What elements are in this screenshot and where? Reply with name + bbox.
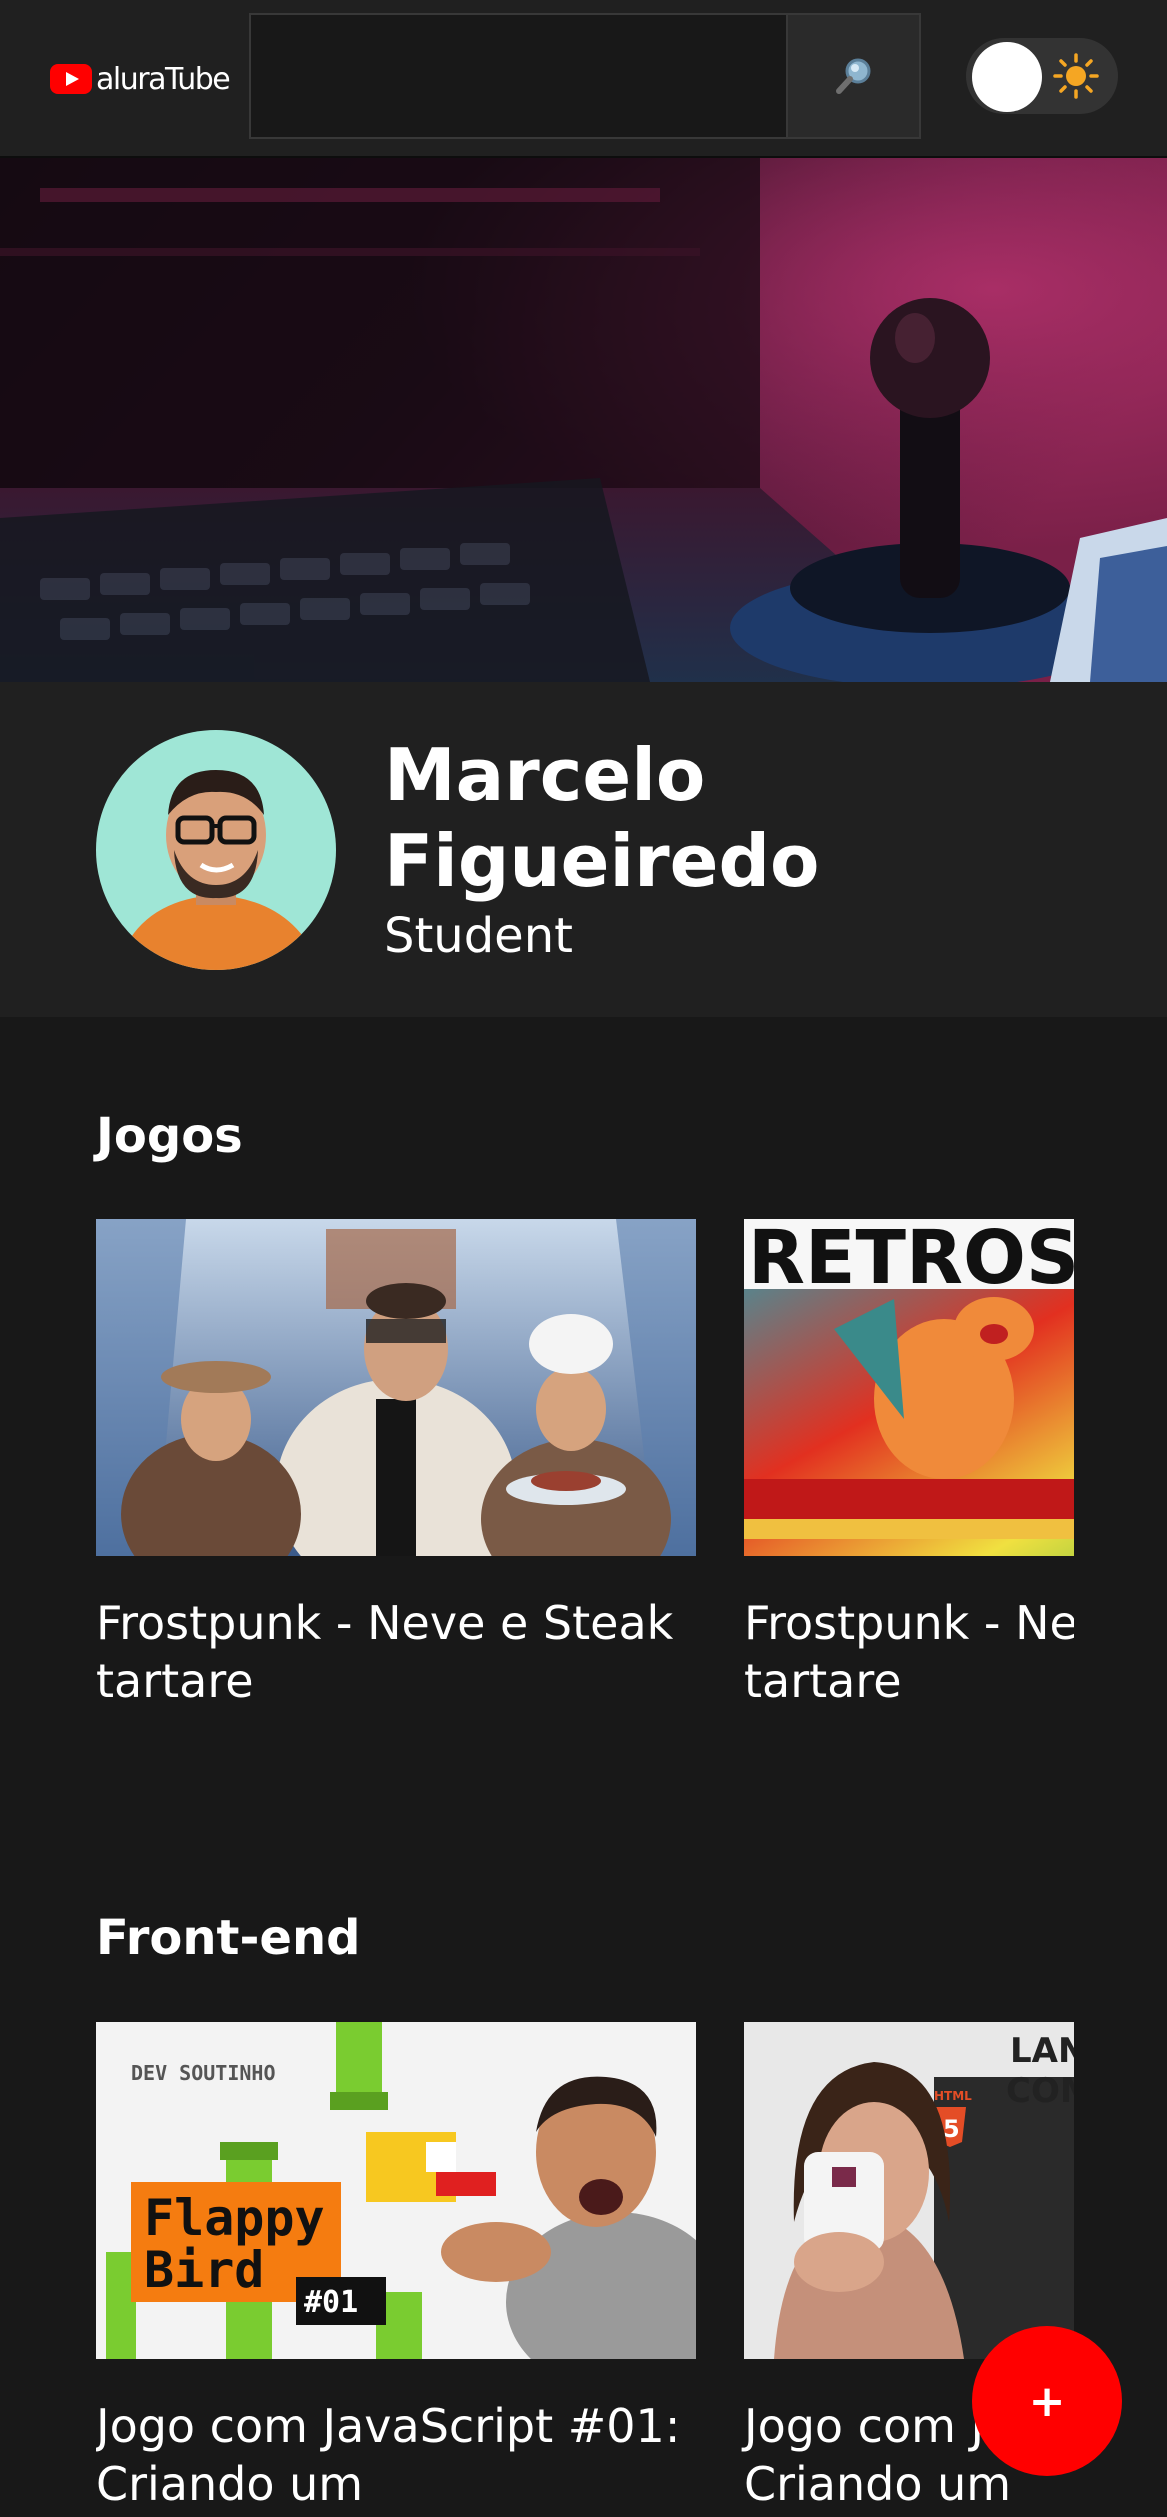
logo[interactable]: aluraTube — [50, 61, 231, 97]
theme-toggle[interactable] — [966, 38, 1118, 114]
thumbnail-html-badge: HTML — [934, 2089, 972, 2103]
video-title: Frostpunk - Neve e Steak tartare — [96, 1596, 674, 1708]
video-card[interactable]: Frostpunk - Neve e Steak tartare — [96, 1219, 696, 1710]
banner-image — [0, 158, 1167, 682]
section-title-jogos: Jogos — [96, 1108, 243, 1164]
thumbnail-title-line-1: Flappy — [144, 2189, 325, 2247]
add-video-button[interactable]: + — [972, 2326, 1122, 2476]
video-row-front-end: DEV SOUTINHO Flappy Bird #01 Jogo com Ja… — [96, 2022, 1074, 2517]
video-thumbnail: DEV SOUTINHO Flappy Bird #01 — [96, 2022, 696, 2359]
search-icon — [835, 58, 870, 94]
profile-banner — [0, 158, 1167, 682]
video-title: Jogo com JavaScript #01: Criando um — [96, 2399, 681, 2511]
profile-name: Marcelo Figueiredo — [384, 733, 820, 903]
thumbnail-channel: DEV SOUTINHO — [131, 2061, 276, 2085]
video-thumbnail: RETROSP — [744, 1219, 1074, 1556]
youtube-play-icon — [50, 64, 92, 94]
logo-text: aluraTube — [96, 61, 231, 97]
video-row-jogos: Frostpunk - Neve e Steak tartare RETROSP… — [96, 1219, 1074, 1739]
sun-icon — [1053, 53, 1099, 99]
video-title: Frostpunk - Neve e Steak tartare — [744, 1596, 1074, 1708]
plus-icon: + — [1028, 2375, 1066, 2427]
search-button[interactable] — [786, 13, 921, 139]
thumbnail-text-line-2: COM — [1006, 2071, 1074, 2111]
thumbnail-text: RETROSP — [748, 1219, 1074, 1301]
thumbnail-text-line-1: LAN — [1010, 2031, 1074, 2071]
section-title-front-end: Front-end — [96, 1910, 361, 1966]
search-input[interactable] — [249, 13, 786, 139]
top-menu: aluraTube — [0, 0, 1167, 158]
video-thumbnail: LAN COM HTML 5 — [744, 2022, 1074, 2359]
search-bar — [249, 13, 921, 139]
video-card[interactable]: RETROSP Frostpunk - Neve e Steak tartare — [744, 1219, 1074, 1710]
profile-header: Marcelo Figueiredo Student — [0, 682, 1167, 1017]
thumbnail-title-line-2: Bird — [144, 2241, 264, 2299]
thumbnail-episode: #01 — [304, 2285, 358, 2320]
toggle-knob — [972, 42, 1042, 112]
video-card[interactable]: DEV SOUTINHO Flappy Bird #01 Jogo com Ja… — [96, 2022, 696, 2513]
avatar — [96, 730, 336, 970]
profile-role: Student — [384, 908, 573, 964]
video-thumbnail — [96, 1219, 696, 1556]
